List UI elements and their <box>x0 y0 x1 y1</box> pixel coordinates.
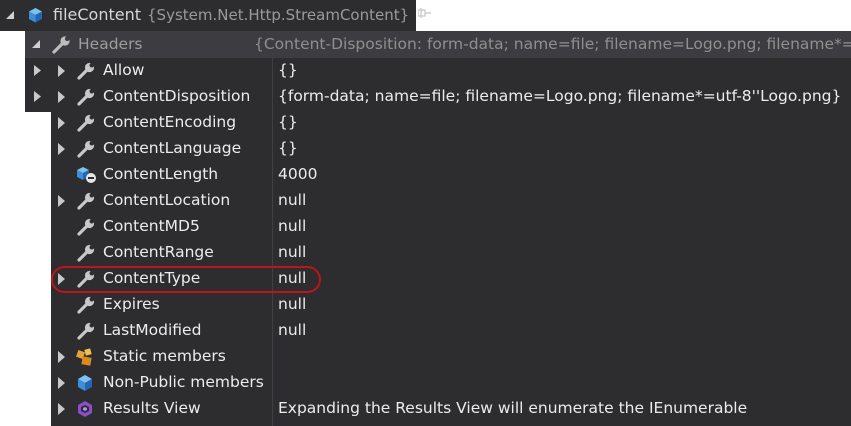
expand-arrow-icon[interactable] <box>58 403 65 415</box>
highlight-circle <box>51 266 321 293</box>
property-name: ContentEncoding <box>103 113 237 131</box>
property-row-contentencoding[interactable]: ContentEncoding {} <box>51 110 851 136</box>
property-name: ContentRange <box>103 243 214 261</box>
property-name: ContentMD5 <box>103 217 200 235</box>
wrench-icon <box>76 88 96 106</box>
property-row-contentlanguage[interactable]: ContentLanguage {} <box>51 136 851 162</box>
property-name: Non-Public members <box>103 373 264 391</box>
column-separator[interactable] <box>272 58 273 426</box>
expand-arrow-icon[interactable] <box>33 64 42 77</box>
expand-arrow-icon[interactable] <box>58 65 65 77</box>
property-value[interactable]: null <box>278 295 306 313</box>
property-name: ContentLength <box>103 165 219 183</box>
expand-arrow-icon[interactable] <box>58 351 65 363</box>
sibling-row-stub[interactable] <box>25 84 51 112</box>
headers-value: {Content-Disposition: form-data; name=fi… <box>254 35 851 53</box>
property-name: Results View <box>103 399 201 417</box>
field-object-icon <box>76 166 96 184</box>
variable-name: fileContent <box>53 5 141 24</box>
headers-label: Headers <box>78 35 143 53</box>
property-name: ContentDisposition <box>103 87 251 105</box>
property-name: ContentLocation <box>103 191 231 209</box>
pin-icon[interactable] <box>418 8 432 18</box>
property-name: LastModified <box>103 321 202 339</box>
expand-arrow-icon[interactable] <box>33 90 42 103</box>
property-value[interactable]: null <box>278 243 306 261</box>
property-row-non-public-members[interactable]: Non-Public members <box>51 370 851 396</box>
property-row-contentlength[interactable]: ContentLength 4000 <box>51 162 851 188</box>
expand-arrow-icon[interactable] <box>58 195 65 207</box>
property-name: Expires <box>103 295 160 313</box>
collapse-arrow-icon[interactable] <box>5 10 15 20</box>
expand-arrow-icon[interactable] <box>58 91 65 103</box>
property-value[interactable]: null <box>278 217 306 235</box>
property-value[interactable]: {} <box>278 113 298 131</box>
property-row-contentlocation[interactable]: ContentLocation null <box>51 188 851 214</box>
property-value[interactable]: {} <box>278 61 298 79</box>
property-value[interactable]: 4000 <box>278 165 317 183</box>
wrench-icon <box>76 296 96 314</box>
results-view-icon <box>76 400 96 418</box>
sibling-row-stub[interactable] <box>25 58 51 84</box>
expand-arrow-icon[interactable] <box>58 143 65 155</box>
wrench-icon <box>76 322 96 340</box>
property-value[interactable]: Expanding the Results View will enumerat… <box>278 399 747 417</box>
property-row-allow[interactable]: Allow {} <box>51 58 851 84</box>
property-row-contentrange[interactable]: ContentRange null <box>51 240 851 266</box>
property-name: Static members <box>103 347 226 365</box>
headers-row[interactable]: Headers {Content-Disposition: form-data;… <box>25 31 851 58</box>
wrench-icon <box>76 114 96 132</box>
wrench-icon <box>76 140 96 158</box>
wrench-icon <box>52 36 70 54</box>
property-value[interactable]: {form-data; name=file; filename=Logo.png… <box>278 87 841 105</box>
wrench-icon <box>76 218 96 236</box>
property-row-lastmodified[interactable]: LastModified null <box>51 318 851 344</box>
static-members-icon <box>76 348 96 366</box>
wrench-icon <box>76 244 96 262</box>
collapse-arrow-icon[interactable] <box>31 39 41 49</box>
property-row-contentmd5[interactable]: ContentMD5 null <box>51 214 851 240</box>
object-cube-icon <box>29 8 42 23</box>
property-row-results-view[interactable]: Results View Expanding the Results View w… <box>51 396 851 422</box>
property-row-expires[interactable]: Expires null <box>51 292 851 318</box>
property-name: ContentLanguage <box>103 139 242 157</box>
property-value[interactable]: {} <box>278 139 298 157</box>
property-value[interactable]: null <box>278 191 306 209</box>
property-row-static-members[interactable]: Static members <box>51 344 851 370</box>
wrench-icon <box>76 62 96 80</box>
variable-type: {System.Net.Http.StreamContent} <box>147 6 410 24</box>
non-public-icon <box>76 374 96 392</box>
property-name: Allow <box>103 61 145 79</box>
expand-arrow-icon[interactable] <box>58 377 65 389</box>
expand-arrow-icon[interactable] <box>58 117 65 129</box>
wrench-icon <box>76 192 96 210</box>
variable-row-filecontent[interactable]: fileContent {System.Net.Http.StreamConte… <box>0 0 431 31</box>
property-row-contentdisposition[interactable]: ContentDisposition {form-data; name=file;… <box>51 84 851 110</box>
headers-property-list: Allow {} ContentDisposition {form-data; nam… <box>51 58 851 426</box>
property-value[interactable]: null <box>278 321 306 339</box>
